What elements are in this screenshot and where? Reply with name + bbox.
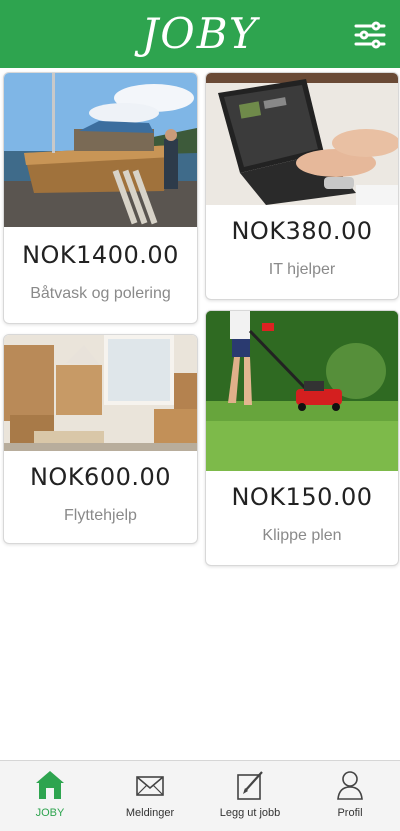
tab-meldinger[interactable]: Meldinger — [100, 761, 200, 831]
tab-label: Legg ut jobb — [219, 807, 281, 819]
job-title: Båtvask og polering — [30, 285, 171, 302]
tab-legg-ut-jobb[interactable]: Legg ut jobb — [200, 761, 300, 831]
tab-profil[interactable]: Profil — [300, 761, 400, 831]
job-card[interactable]: NOK1400.00 Båtvask og polering — [3, 72, 198, 324]
job-card[interactable]: NOK380.00 IT hjelper — [205, 72, 399, 300]
envelope-icon — [136, 776, 164, 796]
sliders-icon — [354, 21, 386, 49]
moving-boxes-photo — [4, 335, 197, 451]
app-logo[interactable]: JOBY — [0, 12, 400, 56]
lawn-mower-photo — [206, 311, 398, 471]
tab-joby[interactable]: JOBY — [0, 761, 100, 831]
job-title: Klippe plen — [262, 527, 342, 544]
job-card[interactable]: NOK600.00 Flyttehjelp — [3, 334, 198, 544]
laptop-photo — [206, 73, 398, 205]
job-price: NOK600.00 — [29, 463, 172, 491]
home-icon — [36, 771, 64, 799]
job-card[interactable]: NOK150.00 Klippe plen — [205, 310, 399, 566]
job-title: Flyttehjelp — [64, 507, 137, 524]
tab-label: JOBY — [35, 807, 65, 819]
app-header: JOBY — [0, 0, 400, 68]
boat-photo — [4, 73, 197, 227]
job-price: NOK380.00 — [231, 217, 373, 245]
bottom-tab-bar: JOBY Meldinger Legg ut jobb Profil — [0, 760, 400, 831]
job-price: NOK150.00 — [231, 483, 373, 511]
tab-label: Profil — [337, 807, 363, 819]
user-icon — [337, 771, 363, 800]
filter-button[interactable] — [354, 18, 386, 52]
edit-icon — [237, 771, 263, 800]
job-price: NOK1400.00 — [22, 241, 179, 269]
job-title: IT hjelper — [268, 261, 336, 278]
tab-label: Meldinger — [125, 807, 175, 819]
